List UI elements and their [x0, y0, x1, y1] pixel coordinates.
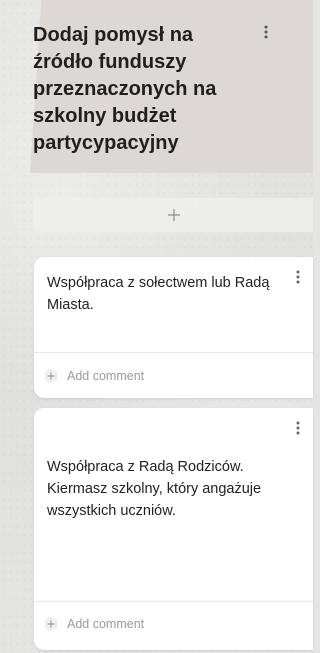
- plus-icon: [167, 209, 180, 221]
- post-menu-icon[interactable]: [292, 269, 304, 285]
- card-divider: [34, 601, 313, 602]
- post-menu-icon[interactable]: [292, 420, 304, 436]
- post-card[interactable]: Współpraca z sołectwem lub Radą Miasta. …: [34, 257, 313, 398]
- more-vertical-icon: [296, 421, 300, 435]
- column-menu-icon[interactable]: [260, 24, 272, 40]
- add-comment-button[interactable]: Add comment: [43, 368, 144, 384]
- post-text: Współpraca z sołectwem lub Radą Miasta.: [47, 275, 270, 313]
- add-comment-label: Add comment: [67, 369, 145, 383]
- column-title: Dodaj pomysł na źródło funduszy przeznac…: [33, 24, 217, 154]
- more-vertical-icon: [264, 25, 268, 39]
- circle-plus-icon: [44, 617, 58, 631]
- post-card[interactable]: Współpraca z Radą Rodziców. Kiermasz szk…: [34, 408, 313, 650]
- add-comment-label: Add comment: [67, 617, 145, 631]
- add-post-button[interactable]: [34, 198, 313, 232]
- post-text: Współpraca z Radą Rodziców. Kiermasz szk…: [47, 459, 262, 519]
- circle-plus-icon: [44, 369, 58, 383]
- more-vertical-icon: [296, 270, 300, 284]
- add-comment-button[interactable]: Add comment: [43, 616, 144, 632]
- card-divider: [34, 352, 313, 353]
